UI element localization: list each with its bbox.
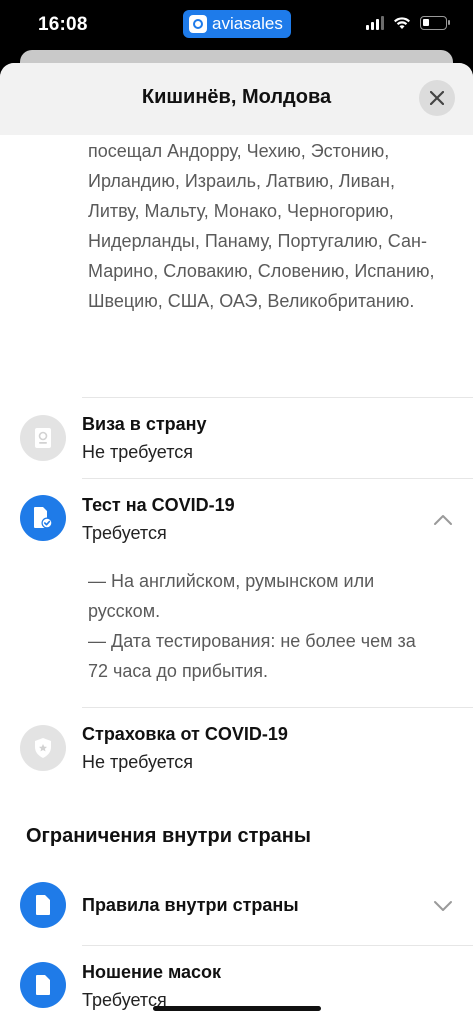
document-icon: [36, 895, 50, 915]
visa-icon-circle: [20, 415, 66, 461]
section-title: Ограничения внутри страны: [26, 825, 311, 847]
aviasales-pill-label: aviasales: [212, 14, 283, 33]
visa-title: Виза в страну: [82, 414, 207, 434]
close-icon: [430, 91, 444, 105]
status-bar: 16:08 aviasales: [0, 0, 473, 52]
document-icon: [36, 975, 50, 995]
covid-insurance-title: Страховка от COVID-19: [82, 724, 288, 744]
battery-icon: [420, 16, 450, 30]
country-rules-icon-circle: [20, 882, 66, 928]
covid-insurance-status: Не требуется: [82, 752, 193, 772]
test-document-icon: [34, 507, 53, 529]
visa-status: Не требуется: [82, 442, 193, 462]
covid-test-icon-circle: [20, 495, 66, 541]
aviasales-logo-icon: [189, 15, 207, 33]
page-title: Кишинёв, Молдова: [141, 86, 332, 108]
chevron-down-icon[interactable]: [432, 899, 454, 913]
aviasales-app-pill[interactable]: aviasales: [183, 10, 291, 38]
wifi-icon: [394, 17, 410, 29]
sheet-header: Кишинёв, Молдова: [0, 63, 473, 135]
divider: [82, 707, 473, 708]
covid-test-title: Тест на COVID-19: [82, 495, 235, 515]
divider: [82, 397, 473, 398]
close-button[interactable]: [419, 80, 455, 116]
cellular-signal-icon: [366, 16, 384, 30]
visited-countries-text: посещал Андорру, Чехию, Эстонию, Ирланди…: [88, 141, 435, 311]
home-indicator[interactable]: [153, 1006, 321, 1011]
divider: [82, 945, 473, 946]
masks-title: Ношение масок: [82, 962, 222, 982]
covid-test-detail-date: — Дата тестирования: не более чем за 72 …: [88, 631, 416, 681]
divider: [82, 478, 473, 479]
country-rules-title: Правила внутри страны: [82, 895, 299, 915]
chevron-up-icon[interactable]: [432, 513, 454, 527]
covid-test-detail-language: — На английском, румынском или русском.: [88, 571, 375, 621]
status-icons: [366, 16, 450, 30]
covid-insurance-icon-circle: [20, 725, 66, 771]
status-time: 16:08: [38, 14, 88, 35]
masks-icon-circle: [20, 962, 66, 1008]
shield-icon: [35, 738, 51, 758]
country-info-sheet: Кишинёв, Молдова посещал Андорру, Чехию,…: [0, 63, 473, 1024]
passport-icon: [35, 428, 51, 448]
covid-test-status: Требуется: [82, 523, 167, 543]
